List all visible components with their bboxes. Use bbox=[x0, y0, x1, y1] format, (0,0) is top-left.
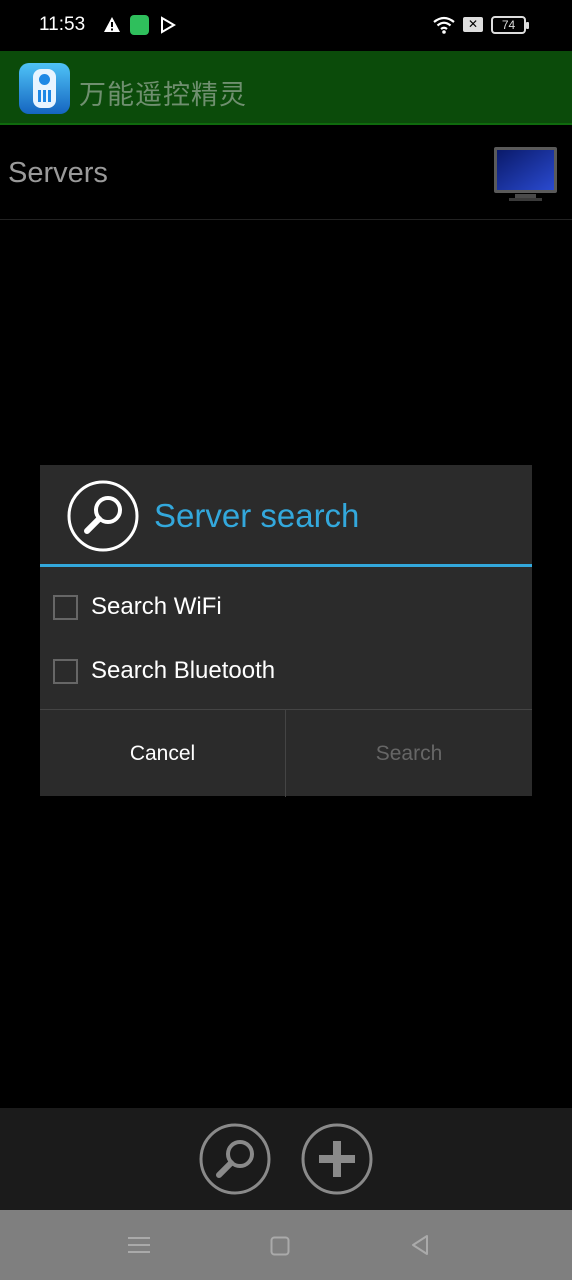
home-icon[interactable] bbox=[270, 1236, 290, 1260]
status-time: 11:53 bbox=[39, 14, 86, 35]
remote-control-icon bbox=[19, 63, 70, 114]
battery-icon: 74 bbox=[491, 16, 529, 34]
dialog-buttons: Cancel Search bbox=[40, 709, 532, 797]
app-bar: 万能遥控精灵 bbox=[0, 51, 572, 125]
search-icon bbox=[67, 480, 139, 552]
warning-icon bbox=[103, 16, 121, 37]
option-search-bluetooth[interactable]: Search Bluetooth bbox=[40, 642, 532, 702]
servers-label: Servers bbox=[8, 157, 108, 189]
search-button[interactable]: Search bbox=[286, 710, 532, 797]
dialog-title: Server search bbox=[154, 497, 360, 534]
bottom-toolbar bbox=[0, 1108, 572, 1210]
app-title: 万能遥控精灵 bbox=[79, 80, 247, 111]
search-icon[interactable] bbox=[199, 1123, 271, 1195]
add-icon[interactable] bbox=[301, 1123, 373, 1195]
menu-icon[interactable] bbox=[128, 1235, 150, 1259]
play-store-icon bbox=[159, 16, 177, 38]
dialog-header: Server search bbox=[40, 465, 532, 567]
search-bluetooth-checkbox[interactable] bbox=[53, 659, 78, 684]
tv-icon[interactable] bbox=[493, 146, 558, 202]
status-bar: 11:53 ✕ 74 bbox=[0, 0, 572, 51]
option-search-wifi[interactable]: Search WiFi bbox=[40, 578, 532, 638]
search-bluetooth-label[interactable]: Search Bluetooth bbox=[91, 657, 275, 685]
search-wifi-checkbox[interactable] bbox=[53, 595, 78, 620]
app-notification-icon bbox=[130, 15, 149, 35]
wifi-icon bbox=[432, 15, 456, 39]
cancel-button[interactable]: Cancel bbox=[40, 710, 286, 797]
servers-header: Servers bbox=[0, 127, 572, 220]
search-wifi-label[interactable]: Search WiFi bbox=[91, 593, 222, 621]
no-sim-icon: ✕ bbox=[463, 17, 483, 32]
back-icon[interactable] bbox=[410, 1234, 430, 1260]
server-search-dialog: Server search Search WiFi Search Bluetoo… bbox=[40, 465, 532, 797]
system-nav-bar bbox=[0, 1210, 572, 1280]
